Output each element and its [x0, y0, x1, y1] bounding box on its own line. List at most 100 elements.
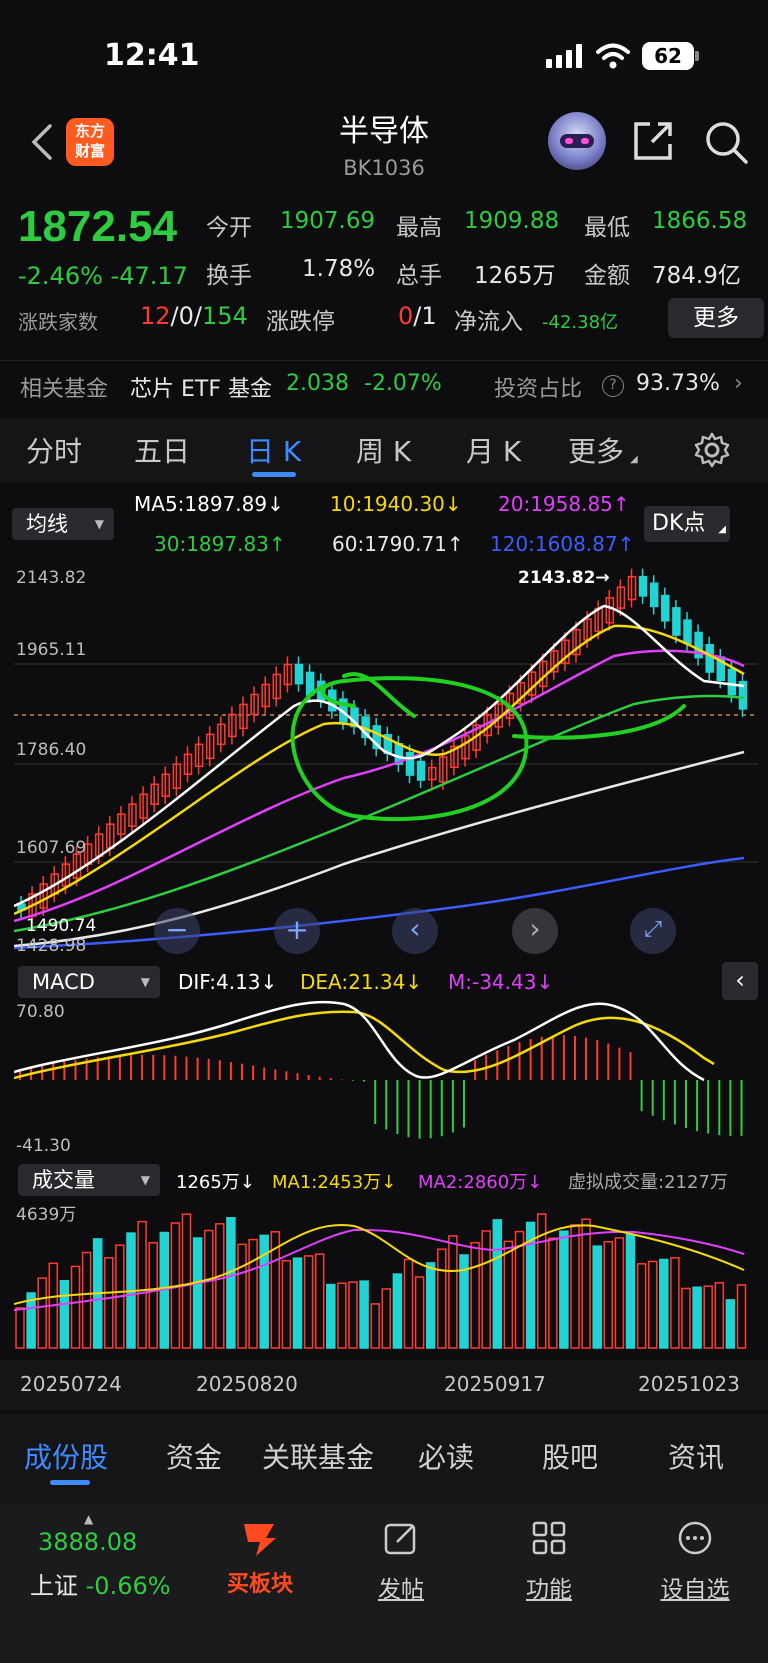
volume-chart	[14, 1213, 747, 1349]
limit-up-count: 0	[398, 302, 414, 330]
volume-selector-label: 成交量	[32, 1168, 95, 1192]
volume-bar	[326, 1283, 336, 1349]
volume-selector[interactable]: 成交量 ▼	[18, 1164, 160, 1196]
open-value: 1907.69	[280, 208, 376, 234]
breadth-values: 12/0/154	[140, 302, 248, 330]
tab-more[interactable]: 更多	[568, 430, 624, 470]
volume-bar	[314, 1253, 325, 1349]
volume-bar	[736, 1284, 747, 1349]
pan-left-button[interactable]: ‹	[392, 908, 438, 954]
volume-ma1: MA1:2453万↓	[272, 1172, 397, 1193]
macd-selector[interactable]: MACD ▼	[18, 966, 160, 998]
volume-bar	[581, 1218, 591, 1349]
indicator-selector[interactable]: 均线 ▼	[12, 508, 114, 540]
tab-weekly-k[interactable]: 周 K	[356, 430, 411, 470]
candle	[672, 607, 681, 636]
volume-bar	[403, 1258, 414, 1349]
volume-bar	[570, 1224, 580, 1349]
volume-value: 1265万	[474, 263, 556, 289]
tab-underline	[252, 472, 296, 477]
add-watchlist-button[interactable]: 设自选	[650, 1520, 740, 1604]
bottom-toolbar: ▲ 3888.08 上证 -0.66% 买板块 发帖 功能 设自选	[0, 1504, 768, 1663]
volume-bar	[59, 1279, 70, 1349]
volume-bar	[303, 1255, 314, 1349]
chevron-right-icon[interactable]: ›	[734, 371, 743, 396]
y-axis-2: 1965.11	[16, 640, 87, 660]
volume-bar	[148, 1242, 158, 1349]
ratio-value: 93.73%	[636, 371, 720, 396]
volume-bar	[514, 1230, 525, 1349]
help-icon[interactable]: ?	[602, 375, 624, 397]
index-summary[interactable]: 上证 -0.66%	[30, 1566, 171, 1601]
volume-bar	[437, 1248, 447, 1349]
volume-bar	[714, 1282, 725, 1349]
tab-five-day[interactable]: 五日	[134, 430, 190, 470]
tab-news[interactable]: 资讯	[668, 1436, 724, 1476]
price-change: -2.46% -47.17	[18, 262, 188, 290]
tab-more-caret-icon: ◢	[630, 454, 638, 465]
tab-funds-flow[interactable]: 资金	[166, 1436, 222, 1476]
zoom-out-button[interactable]: −	[154, 908, 200, 954]
volume-bar	[448, 1235, 458, 1349]
open-label: 今开	[206, 215, 252, 241]
tab-constituents[interactable]: 成份股	[24, 1436, 108, 1476]
search-icon[interactable]	[702, 118, 750, 166]
pan-right-button[interactable]: ›	[512, 908, 558, 954]
candlestick-chart[interactable]	[14, 566, 758, 962]
ma10-value: 10:1940.30↓	[330, 492, 462, 516]
volume-bar	[348, 1281, 358, 1349]
more-button[interactable]: 更多	[668, 298, 764, 338]
robot-avatar-icon[interactable]	[548, 112, 606, 170]
volume-label: 总手	[396, 263, 442, 289]
volume-bar	[381, 1288, 392, 1349]
related-fund-row[interactable]: 相关基金 芯片 ETF 基金 2.038 -2.07% 投资占比 ? 93.73…	[0, 360, 768, 410]
last-price: 1872.54	[18, 202, 178, 251]
date-label: 20250724	[20, 1372, 122, 1396]
breadth-label: 涨跌家数	[18, 310, 98, 334]
volume-bar	[681, 1287, 691, 1349]
volume-bar	[548, 1237, 558, 1349]
buy-sector-button[interactable]: 买板块	[218, 1514, 302, 1598]
settings-gear-icon[interactable]	[694, 432, 730, 468]
tab-intraday[interactable]: 分时	[26, 430, 82, 470]
volume-bar	[215, 1223, 225, 1349]
date-label: 20251023	[638, 1372, 740, 1396]
macd-dif: DIF:4.13↓	[178, 970, 278, 994]
ma20-value: 20:1958.85↑	[498, 492, 630, 516]
tab-forum[interactable]: 股吧	[542, 1436, 598, 1476]
volume-bar	[414, 1276, 425, 1349]
dk-caret-icon: ◢	[718, 524, 726, 535]
limit-values: 0/1	[398, 302, 437, 330]
turnover-label: 换手	[206, 263, 252, 289]
tab-underline	[50, 1480, 90, 1485]
share-icon[interactable]	[630, 118, 676, 164]
more-dots-icon	[678, 1521, 712, 1555]
volume-bar	[181, 1213, 192, 1349]
candle	[649, 582, 659, 608]
dk-point-label: DK点	[652, 511, 706, 536]
volume-bar	[725, 1299, 736, 1349]
tab-daily-k[interactable]: 日 K	[246, 430, 301, 470]
post-button[interactable]: 发帖	[366, 1520, 436, 1604]
volume-bar	[137, 1220, 147, 1349]
dk-point-button[interactable]: DK点 ◢	[644, 506, 730, 542]
ma30-value: 30:1897.83↑	[154, 532, 286, 556]
volume-bar	[392, 1273, 403, 1349]
tab-must-read[interactable]: 必读	[418, 1436, 474, 1476]
candle	[416, 760, 426, 781]
volume-bar	[104, 1257, 114, 1349]
zoom-in-button[interactable]: +	[274, 908, 320, 954]
volume-bar	[37, 1277, 47, 1349]
volume-bar	[15, 1307, 25, 1349]
tab-related-funds[interactable]: 关联基金	[262, 1436, 374, 1476]
collapse-panel-button[interactable]: ‹	[722, 962, 758, 1000]
battery-tip	[695, 51, 699, 61]
candle	[294, 663, 304, 685]
volume-bar	[636, 1263, 647, 1349]
functions-button[interactable]: 功能	[514, 1520, 584, 1604]
tab-monthly-k[interactable]: 月 K	[466, 430, 521, 470]
fullscreen-button[interactable]: ⤢	[630, 908, 676, 954]
virtual-volume: 虚拟成交量:2127万	[568, 1172, 728, 1193]
index-value[interactable]: 3888.08	[38, 1528, 137, 1556]
turnover-value: 1.78%	[302, 256, 376, 282]
